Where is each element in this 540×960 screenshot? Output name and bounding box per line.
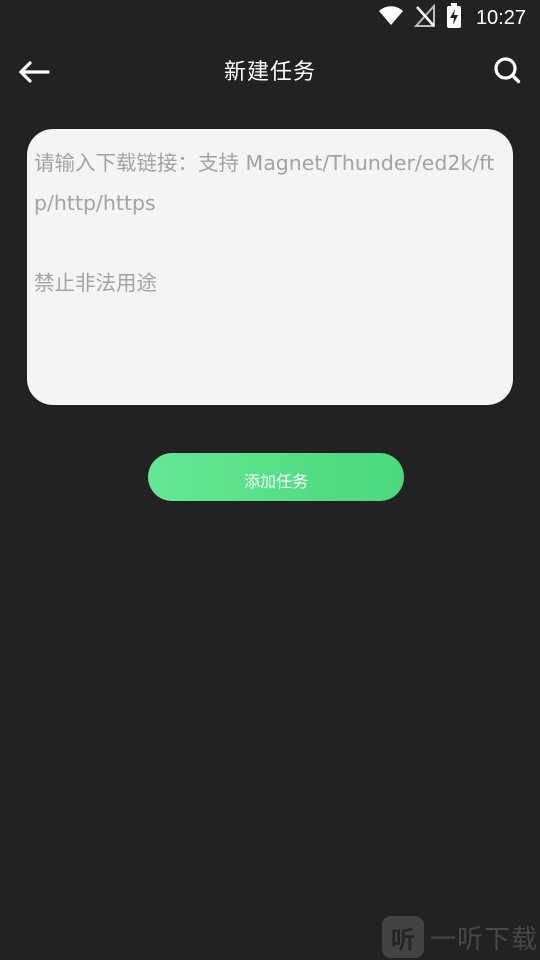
search-button[interactable] [490, 54, 524, 90]
status-bar: 10:27 [0, 0, 540, 36]
download-link-placeholder: 请输入下载链接：支持 Magnet/Thunder/ed2k/ftp/http/… [34, 151, 495, 295]
no-signal-icon [413, 3, 436, 32]
search-icon [493, 56, 521, 88]
add-task-button[interactable]: 添加任务 [148, 453, 404, 501]
watermark-logo-text: 听 [390, 925, 415, 954]
download-link-input[interactable]: 请输入下载链接：支持 Magnet/Thunder/ed2k/ftp/http/… [27, 129, 513, 405]
watermark: 听 一听下载 [381, 916, 538, 958]
header: 新建任务 [0, 36, 540, 108]
add-task-button-label: 添加任务 [243, 472, 308, 491]
wifi-icon [378, 5, 404, 31]
watermark-text: 一听下载 [429, 924, 538, 955]
watermark-logo: 听 [381, 916, 424, 958]
status-icons: 10:27 [378, 3, 526, 33]
battery-charging-icon [446, 3, 462, 33]
page-title: 新建任务 [223, 60, 316, 85]
status-time: 10:27 [475, 6, 526, 29]
